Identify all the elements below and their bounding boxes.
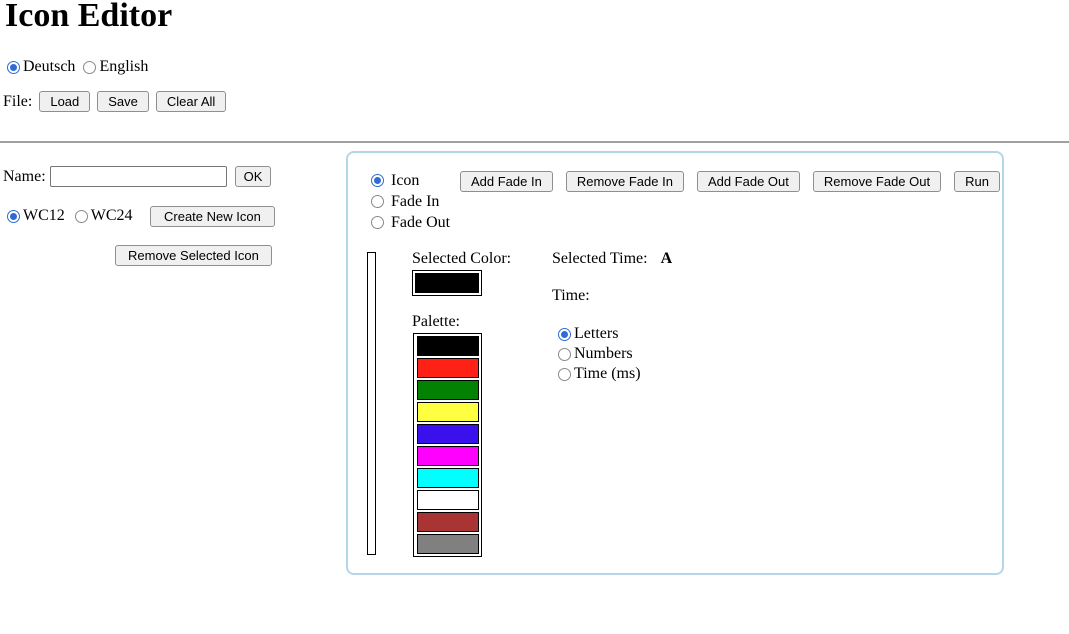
palette-swatch-green[interactable]: [416, 380, 479, 400]
palette-swatch-cyan[interactable]: [416, 468, 479, 488]
radio-fade-out-mode[interactable]: [371, 216, 384, 229]
radio-time-ms[interactable]: [558, 367, 571, 381]
radio-deutsch-label: Deutsch: [23, 58, 76, 75]
ok-button[interactable]: OK: [234, 166, 272, 187]
selected-time-label: Selected Time:: [552, 250, 648, 267]
palette-swatch-yellow[interactable]: [416, 402, 479, 422]
icon-type-row: WC12 WC24: [7, 207, 133, 225]
palette-swatch-magenta[interactable]: [416, 446, 479, 466]
remove-selected-icon-button[interactable]: Remove Selected Icon: [115, 245, 272, 266]
radio-numbers[interactable]: [558, 347, 571, 361]
file-label: File:: [3, 92, 33, 110]
radio-wc12[interactable]: [7, 209, 20, 223]
time-label: Time:: [552, 287, 590, 304]
radio-icon-mode[interactable]: [371, 174, 384, 187]
radio-english[interactable]: [83, 60, 97, 74]
mode-row-icon: Icon: [371, 170, 450, 191]
file-toolbar: File: Load Save Clear All: [3, 91, 227, 112]
selected-color-label: Selected Color:: [412, 250, 512, 267]
radio-english-label: English: [99, 58, 149, 75]
radio-time-ms-label: Time (ms): [574, 365, 641, 382]
name-label: Name:: [3, 167, 46, 185]
time-row-numbers: Numbers: [558, 344, 641, 364]
radio-letters-label: Letters: [574, 325, 619, 342]
time-row-time-ms: Time (ms): [558, 364, 641, 384]
radio-letters[interactable]: [558, 327, 571, 341]
radio-wc24[interactable]: [74, 209, 88, 223]
clear-all-button[interactable]: Clear All: [155, 91, 227, 112]
remove-fade-in-button[interactable]: Remove Fade In: [565, 171, 684, 192]
palette-swatch-white[interactable]: [416, 490, 479, 510]
radio-numbers-label: Numbers: [574, 345, 633, 362]
time-mode-selector: Letters Numbers Time (ms): [558, 324, 641, 384]
save-button[interactable]: Save: [97, 91, 149, 112]
add-fade-in-button[interactable]: Add Fade In: [460, 171, 553, 192]
name-row: Name: OK: [3, 166, 272, 187]
fade-button-row: Add Fade In Remove Fade In Add Fade Out …: [460, 171, 1000, 192]
palette-swatch-red[interactable]: [416, 358, 479, 378]
remove-fade-out-button[interactable]: Remove Fade Out: [812, 171, 942, 192]
radio-fade-out-mode-label: Fade Out: [391, 213, 451, 231]
load-button[interactable]: Load: [39, 91, 91, 112]
create-new-icon-button[interactable]: Create New Icon: [150, 206, 275, 227]
radio-wc12-label: WC12: [23, 207, 65, 224]
selected-color-swatch: [412, 270, 482, 296]
divider: [0, 141, 1069, 143]
palette-label: Palette:: [412, 313, 460, 330]
palette-swatch-brown[interactable]: [416, 512, 479, 532]
palette-swatch-gray[interactable]: [416, 534, 479, 554]
palette: [413, 333, 482, 557]
mode-row-fade-out: Fade Out: [371, 212, 450, 233]
language-selector: Deutsch English: [7, 58, 148, 76]
editor-panel: Icon Fade In Fade Out Add Fade In Remove…: [346, 151, 1004, 575]
selected-time-row: Selected Time: A: [552, 250, 672, 268]
radio-wc24-label: WC24: [90, 207, 133, 224]
radio-fade-in-mode[interactable]: [371, 195, 384, 208]
radio-deutsch[interactable]: [7, 60, 20, 74]
selected-time-value: A: [660, 250, 673, 267]
radio-fade-in-mode-label: Fade In: [391, 192, 440, 210]
run-button[interactable]: Run: [954, 171, 1000, 192]
mode-selector: Icon Fade In Fade Out: [371, 170, 450, 233]
radio-icon-mode-label: Icon: [391, 171, 420, 189]
icon-editor-app: Icon Editor Deutsch English File: Load S…: [0, 0, 1069, 634]
name-input[interactable]: [49, 166, 227, 187]
add-fade-out-button[interactable]: Add Fade Out: [696, 171, 800, 192]
palette-swatch-black[interactable]: [416, 336, 479, 356]
time-row-letters: Letters: [558, 324, 641, 344]
icon-preview-strip[interactable]: [367, 252, 376, 555]
page-title: Icon Editor: [5, 0, 173, 34]
palette-swatch-blue[interactable]: [416, 424, 479, 444]
selected-color-fill: [415, 273, 479, 293]
mode-row-fade-in: Fade In: [371, 191, 450, 212]
